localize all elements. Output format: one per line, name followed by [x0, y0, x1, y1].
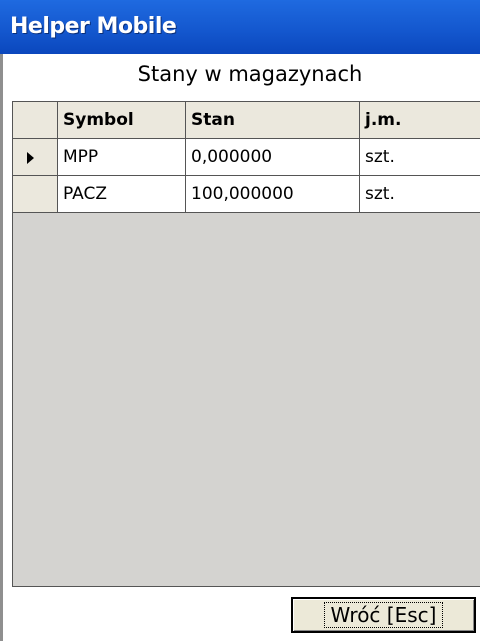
- cell-symbol[interactable]: MPP: [58, 139, 186, 176]
- table-row[interactable]: MPP 0,000000 szt.: [13, 139, 480, 176]
- back-button-label: Wróć [Esc]: [323, 602, 444, 628]
- grid-header-row: Symbol Stan j.m.: [13, 102, 480, 139]
- column-header-stan[interactable]: Stan: [186, 102, 360, 139]
- current-row-arrow-icon: [27, 152, 34, 164]
- data-grid[interactable]: Symbol Stan j.m. MPP 0,000000 szt. PACZ …: [12, 101, 480, 587]
- back-button[interactable]: Wróć [Esc]: [291, 597, 476, 633]
- column-header-symbol[interactable]: Symbol: [58, 102, 186, 139]
- row-header-corner: [13, 102, 58, 139]
- window-titlebar: Helper Mobile: [0, 0, 480, 54]
- row-selector[interactable]: [13, 176, 58, 213]
- cell-jm[interactable]: szt.: [360, 139, 480, 176]
- cell-stan[interactable]: 100,000000: [186, 176, 360, 213]
- column-header-jm[interactable]: j.m.: [360, 102, 480, 139]
- row-selector[interactable]: [13, 139, 58, 176]
- cell-symbol[interactable]: PACZ: [58, 176, 186, 213]
- table-row[interactable]: PACZ 100,000000 szt.: [13, 176, 480, 213]
- window-title: Helper Mobile: [10, 14, 177, 39]
- cell-stan[interactable]: 0,000000: [186, 139, 360, 176]
- window-border: [0, 54, 3, 641]
- cell-jm[interactable]: szt.: [360, 176, 480, 213]
- page-title: Stany w magazynach: [137, 62, 363, 86]
